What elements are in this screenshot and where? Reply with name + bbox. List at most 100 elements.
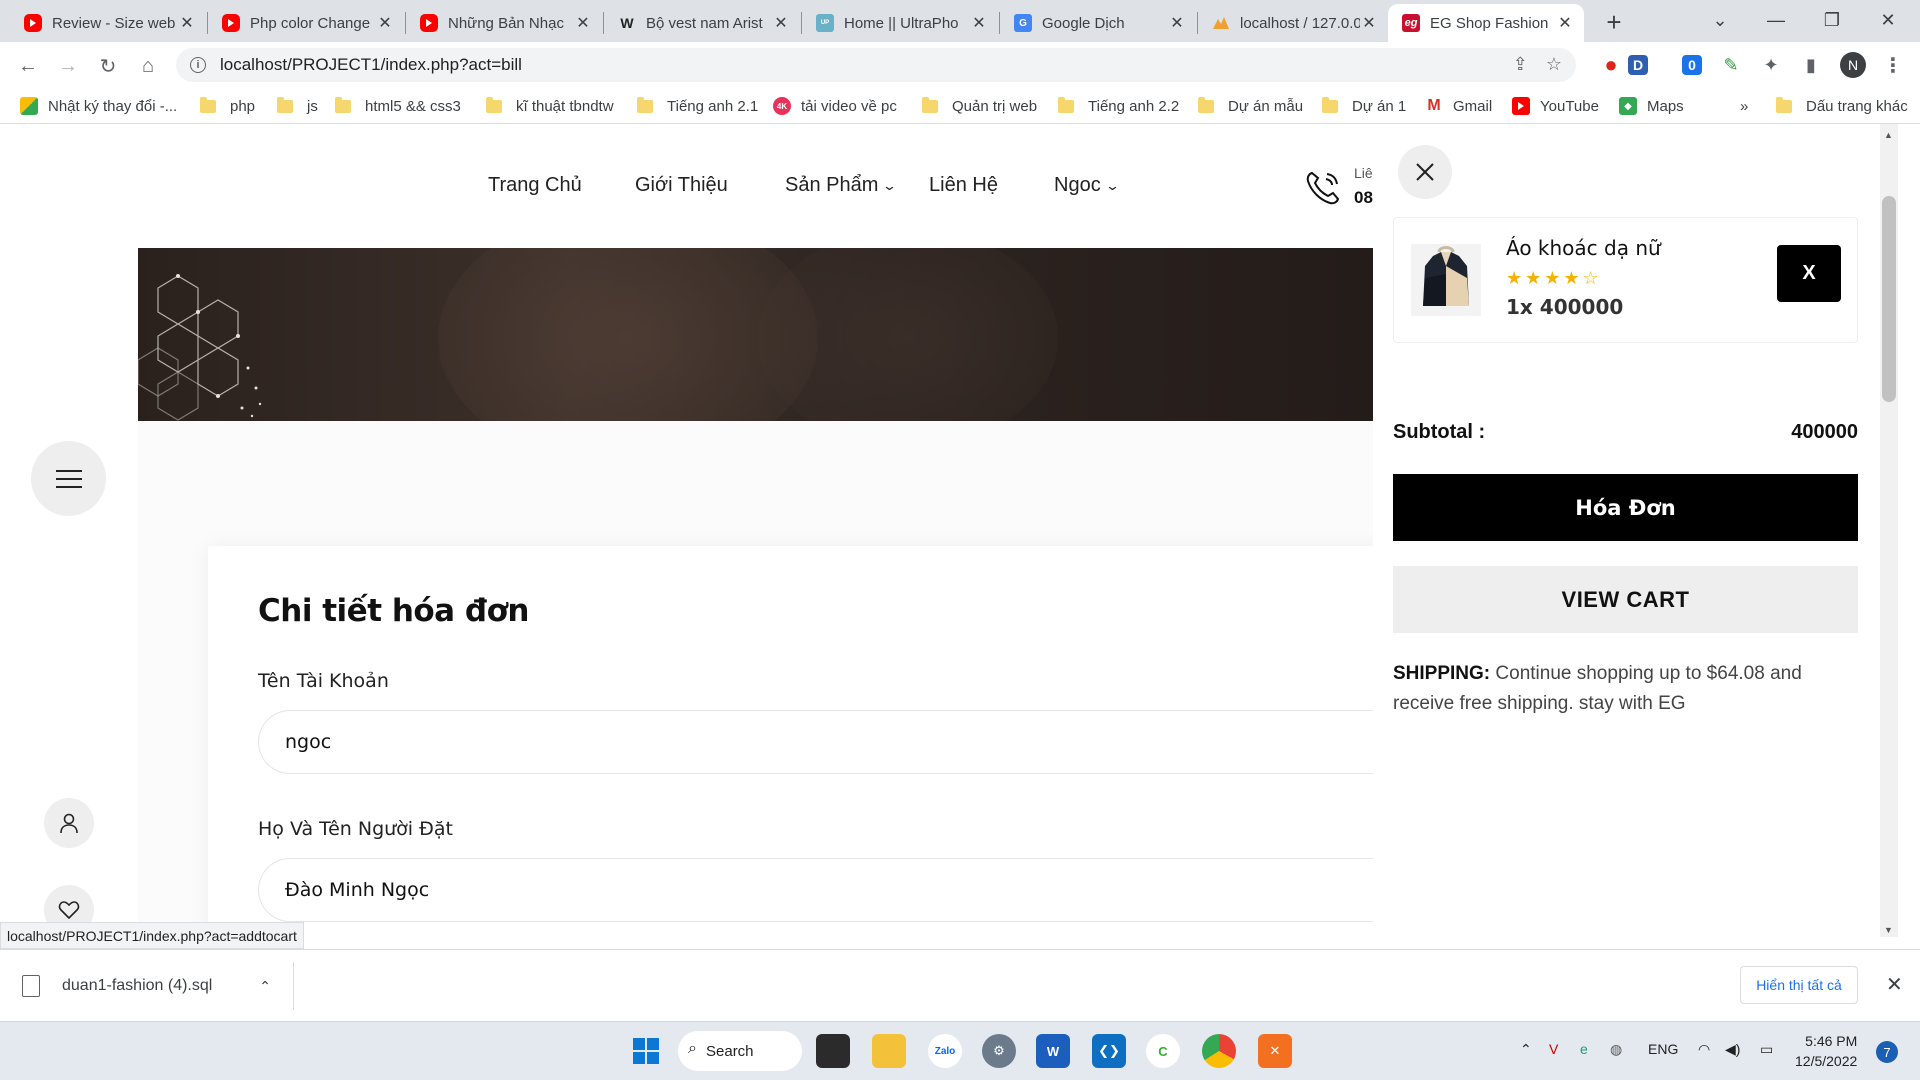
browser-tab[interactable]: Php color Change ✕ <box>208 4 404 42</box>
folder-icon <box>200 96 216 113</box>
bill-button[interactable]: Hóa Đơn <box>1393 474 1858 541</box>
close-tab-icon[interactable]: ✕ <box>772 13 790 33</box>
close-window-button[interactable]: ✕ <box>1860 0 1916 40</box>
bookmark-folder[interactable]: js <box>277 94 318 118</box>
close-tab-icon[interactable]: ✕ <box>1556 13 1574 33</box>
network-error-icon[interactable]: ◍ <box>1610 1041 1622 1058</box>
bookmark-folder[interactable]: Dự án 1 <box>1322 94 1406 118</box>
home-icon[interactable]: ⌂ <box>132 50 164 82</box>
taskbar-search[interactable]: ⌕ Search <box>678 1031 802 1071</box>
browser-tab[interactable]: Những Bản Nhạc ✕ <box>406 4 602 42</box>
scrollbar-thumb[interactable] <box>1882 196 1896 402</box>
browser-tab[interactable]: Review - Size web ✕ <box>10 4 206 42</box>
bookmark-folder[interactable]: Tiếng anh 2.1 <box>637 94 758 118</box>
bookmark-star-icon[interactable]: ☆ <box>1546 54 1562 75</box>
bookmark-item[interactable]: 4K tải video về pc <box>773 94 897 118</box>
site-info-icon[interactable]: i <box>190 57 206 73</box>
bookmark-item[interactable]: Nhật ký thay đổi -... <box>20 94 177 118</box>
opera-extension-icon[interactable]: ● <box>1598 52 1624 78</box>
fullname-field[interactable]: Đào Minh Ngọc <box>258 858 1408 922</box>
address-bar[interactable]: i localhost/PROJECT1/index.php?act=bill … <box>176 48 1576 82</box>
close-tab-icon[interactable]: ✕ <box>376 13 394 33</box>
tab-search-icon[interactable]: ⌄ <box>1692 0 1748 40</box>
youtube-icon <box>420 14 438 32</box>
back-icon[interactable]: ← <box>12 50 44 82</box>
browser-tab[interactable]: G Google Dịch ✕ <box>1000 4 1196 42</box>
browser-tab[interactable]: W Bộ vest nam Arist ✕ <box>604 4 800 42</box>
close-tab-icon[interactable]: ✕ <box>1168 13 1186 33</box>
share-icon[interactable]: ⇪ <box>1513 54 1528 75</box>
bookmark-folder[interactable]: kĩ thuật tbndtw <box>486 94 614 118</box>
task-view-icon[interactable] <box>816 1034 850 1068</box>
tray-chevron-up-icon[interactable]: ⌃ <box>1520 1041 1532 1058</box>
product-name[interactable]: Áo khoác dạ nữ <box>1506 236 1661 260</box>
color-picker-extension-icon[interactable]: ✎ <box>1718 52 1744 78</box>
system-clock[interactable]: 5:46 PM 12/5/2022 <box>1795 1031 1857 1071</box>
coccoc-icon[interactable]: C <box>1146 1034 1180 1068</box>
maximize-button[interactable]: ❐ <box>1804 0 1860 40</box>
menu-kebab-icon[interactable]: ⋮ <box>1880 52 1906 78</box>
close-tab-icon[interactable]: ✕ <box>1360 13 1378 33</box>
extensions-puzzle-icon[interactable]: ✦ <box>1758 52 1784 78</box>
side-panel-icon[interactable]: ▮ <box>1798 52 1824 78</box>
chrome-icon[interactable] <box>1202 1034 1236 1068</box>
close-tab-icon[interactable]: ✕ <box>574 13 592 33</box>
notification-badge[interactable]: 7 <box>1876 1041 1898 1063</box>
nav-contact[interactable]: Liên Hệ <box>929 174 998 197</box>
reload-icon[interactable]: ↻ <box>92 50 124 82</box>
volume-icon[interactable]: ◀) <box>1725 1041 1740 1058</box>
nav-user-menu[interactable]: Ngoc ⌄ <box>1054 174 1120 197</box>
bookmark-folder[interactable]: Tiếng anh 2.2 <box>1058 94 1179 118</box>
nav-home[interactable]: Trang Chủ <box>488 174 582 197</box>
browser-tab-active[interactable]: eg EG Shop Fashion ✕ <box>1388 4 1584 42</box>
d-extension-icon[interactable]: D <box>1628 55 1648 75</box>
close-tab-icon[interactable]: ✕ <box>178 13 196 33</box>
settings-gear-icon[interactable]: ⚙ <box>982 1034 1016 1068</box>
close-tab-icon[interactable]: ✕ <box>970 13 988 33</box>
wifi-icon[interactable]: ◠ <box>1698 1041 1710 1058</box>
evkey-icon[interactable]: e <box>1580 1041 1588 1057</box>
windows-start-icon[interactable] <box>629 1034 663 1068</box>
vscode-icon[interactable]: ❮❯ <box>1092 1034 1126 1068</box>
close-drawer-button[interactable] <box>1398 145 1452 199</box>
username-field[interactable]: ngoc <box>258 710 1408 774</box>
show-all-downloads-button[interactable]: Hiển thị tất cả <box>1740 966 1858 1004</box>
hamburger-menu-icon[interactable] <box>31 441 106 516</box>
nav-about[interactable]: Giới Thiệu <box>635 174 728 197</box>
bookmark-folder[interactable]: html5 && css3 <box>335 94 461 118</box>
bookmark-folder[interactable]: Quản trị web <box>922 94 1037 118</box>
browser-tab[interactable]: localhost / 127.0.0 ✕ <box>1198 4 1388 42</box>
remove-item-button[interactable]: X <box>1777 245 1841 302</box>
bookmark-folder[interactable]: php <box>200 94 255 118</box>
vietkey-icon[interactable]: V <box>1549 1041 1558 1057</box>
product-thumbnail[interactable] <box>1411 244 1481 316</box>
extension-badge-icon[interactable]: 0 <box>1682 55 1702 75</box>
language-indicator[interactable]: ENG <box>1648 1041 1678 1057</box>
nav-products[interactable]: Sản Phẩm ⌄ <box>785 174 897 197</box>
bookmark-item[interactable]: ◆ Maps <box>1619 94 1684 118</box>
bookmark-item[interactable]: YouTube <box>1512 94 1599 118</box>
profile-avatar[interactable]: N <box>1840 52 1866 78</box>
view-cart-button[interactable]: VIEW CART <box>1393 566 1858 633</box>
forward-icon[interactable]: → <box>52 50 84 82</box>
word-icon[interactable]: W <box>1036 1034 1070 1068</box>
new-tab-button[interactable]: + <box>1597 6 1631 40</box>
xampp-icon[interactable]: ✕ <box>1258 1034 1292 1068</box>
folder-icon <box>1322 96 1338 113</box>
more-bookmarks-button[interactable]: » <box>1740 94 1748 118</box>
download-item[interactable]: duan1-fashion (4).sql ⌃ <box>22 962 294 1010</box>
zalo-icon[interactable]: Zalo <box>928 1034 962 1068</box>
browser-tab[interactable]: UP Home || UltraPho ✕ <box>802 4 998 42</box>
user-icon[interactable] <box>44 798 94 848</box>
minimize-button[interactable]: — <box>1748 0 1804 40</box>
chevron-up-icon[interactable]: ⌃ <box>259 978 271 995</box>
bookmark-item[interactable]: M Gmail <box>1425 94 1492 118</box>
web-page: Trang Chủ Giới Thiệu Sản Phẩm ⌄ Liên Hệ N… <box>0 124 1880 937</box>
bookmark-folder[interactable]: Dự án mẫu <box>1198 94 1303 118</box>
close-shelf-icon[interactable]: ✕ <box>1886 972 1903 997</box>
other-bookmarks-folder[interactable]: Dấu trang khác <box>1776 94 1908 118</box>
battery-icon[interactable]: ▭ <box>1760 1041 1773 1058</box>
file-explorer-icon[interactable] <box>872 1034 906 1068</box>
scroll-down-icon[interactable]: ▼ <box>1884 925 1893 935</box>
scroll-up-icon[interactable]: ▲ <box>1884 130 1893 140</box>
